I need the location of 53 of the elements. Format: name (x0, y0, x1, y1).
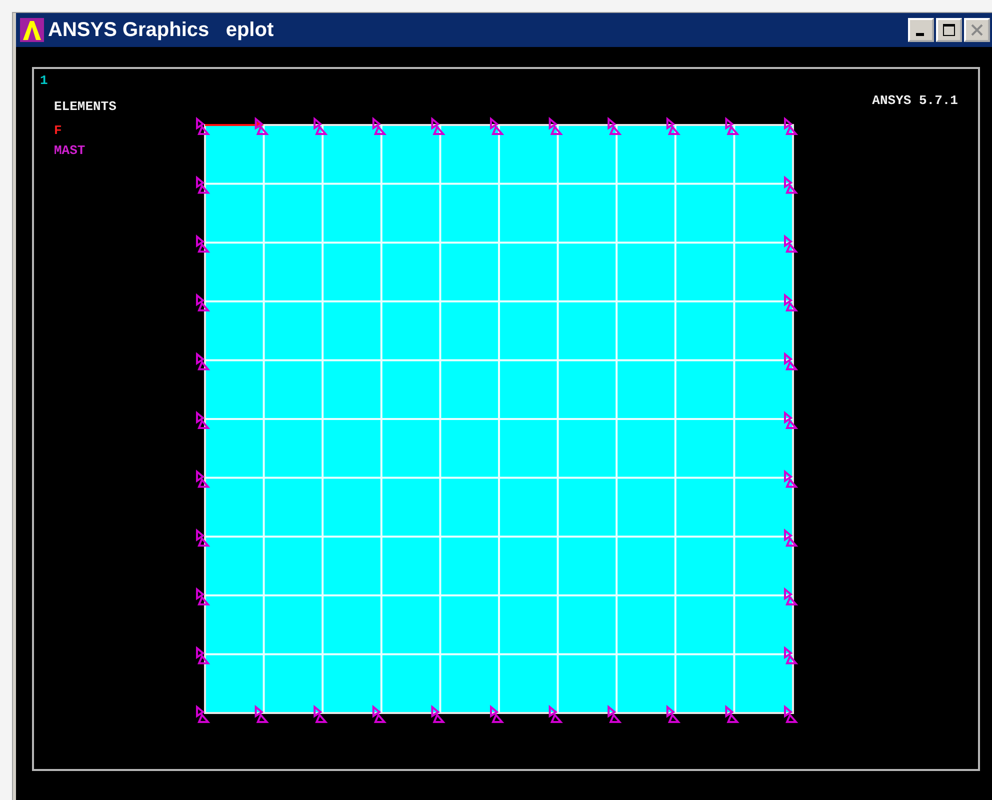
support-icon (784, 528, 798, 547)
support-icon (196, 352, 210, 370)
support-icon (196, 470, 210, 488)
support-icon (666, 116, 681, 135)
support-icon (548, 116, 563, 135)
support-icon (196, 410, 210, 429)
support-icon (725, 704, 740, 723)
support-icon (784, 293, 798, 312)
support-icon (490, 704, 504, 723)
window-title: ANSYS Graphics eplot (48, 18, 274, 42)
support-icon (608, 704, 622, 723)
support-icon (196, 293, 210, 312)
logo-icon (20, 18, 44, 42)
legend-label: F (54, 123, 62, 139)
support-icon (196, 646, 210, 664)
support-icon (431, 116, 446, 135)
support-icon (548, 704, 563, 723)
support-icon (784, 352, 798, 370)
support-icon (314, 704, 328, 723)
support-icon (666, 704, 681, 723)
legend-label: MAST (54, 143, 86, 159)
support-icon (784, 587, 798, 606)
support-icon (784, 234, 798, 253)
support-icon (372, 704, 387, 723)
minimize-icon (916, 33, 924, 36)
support-icon (196, 587, 210, 606)
maximize-icon (943, 24, 955, 36)
support-icon (784, 704, 798, 723)
support-icon (490, 116, 504, 135)
support-icon (254, 116, 269, 135)
support-icon (784, 646, 798, 664)
support-icon (314, 116, 328, 135)
legend-label: 1 (40, 73, 48, 89)
version-label: ANSYS 5.7.1 (872, 93, 958, 108)
support-icon (196, 528, 210, 547)
support-icon (608, 116, 622, 135)
maximize-button[interactable] (936, 18, 962, 42)
support-icon (784, 410, 798, 429)
support-icon (196, 116, 210, 135)
legend-label: ELEMENTS (54, 99, 116, 115)
support-icon (725, 116, 740, 135)
support-icon (784, 116, 798, 135)
minimize-button[interactable] (908, 18, 934, 42)
support-icon (372, 116, 387, 135)
support-icon (196, 176, 210, 194)
support-icon (431, 704, 446, 723)
support-icon (784, 176, 798, 194)
force-arrow (205, 121, 264, 129)
support-icon (196, 234, 210, 253)
close-icon (971, 24, 983, 36)
support-icon (784, 470, 798, 488)
support-icon (254, 704, 269, 723)
support-icon (196, 704, 210, 723)
